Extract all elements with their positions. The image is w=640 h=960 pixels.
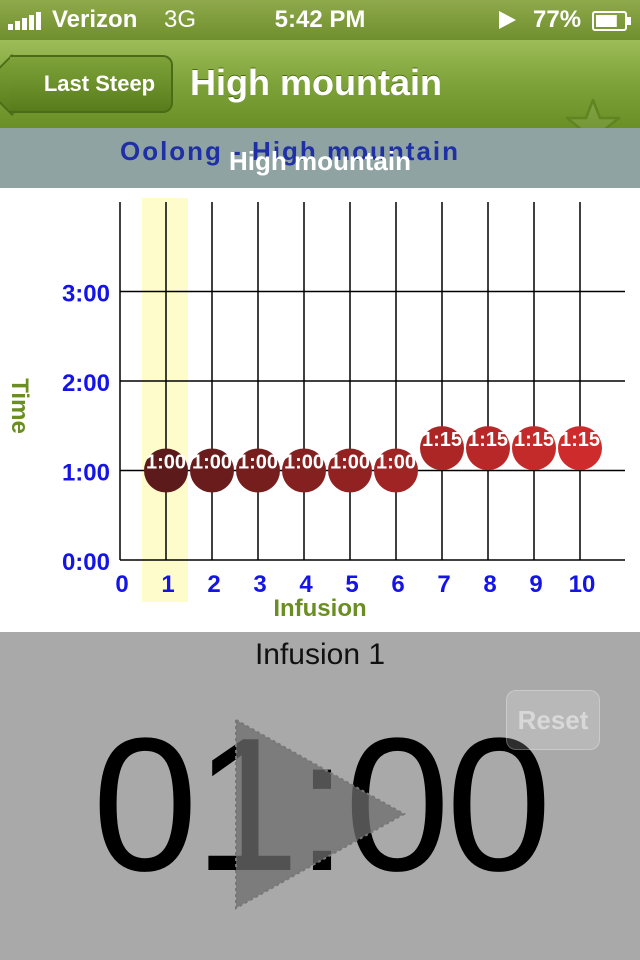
steep-chart[interactable]: 0:00 1:00 2:00 3:00 0 1 2 3 4 5 6 7 8 9 10 Infusion Time… — [0, 188, 640, 632]
infusion-label: Infusion 1 — [254, 638, 386, 671]
x-axis-title: Infusion — [273, 595, 366, 622]
play-icon[interactable] — [232, 716, 408, 912]
steep-point-label: 1:00 — [238, 452, 278, 474]
y-tick-label: 3:00 — [62, 281, 110, 308]
tea-header-band: Oolong - High mountain High mountain — [0, 128, 640, 188]
steep-point-label: 1:00 — [376, 452, 416, 474]
x-tick-label: 6 — [391, 571, 404, 598]
y-tick-label: 2:00 — [62, 370, 110, 397]
steep-point-label: 1:15 — [560, 429, 600, 451]
y-tick-label: 0:00 — [62, 549, 110, 576]
steep-point-label: 1:15 — [514, 429, 554, 451]
navigation-bar: Last Steep High mountain — [0, 40, 640, 151]
timer-section: Infusion 1 01:00 Reset — [0, 632, 640, 960]
x-tick-label: 9 — [529, 571, 542, 598]
x-tick-label: 2 — [207, 571, 220, 598]
reset-button-label: Reset — [517, 704, 589, 735]
x-tick-label: 1 — [161, 571, 174, 598]
back-button-label: Last Steep — [43, 71, 156, 96]
selected-infusion-highlight — [142, 198, 188, 602]
status-bar: Verizon 3G 5:42 PM 77% — [0, 0, 640, 40]
steep-chart-svg: 0:00 1:00 2:00 3:00 0 1 2 3 4 5 6 7 8 9 10 Infusion Time… — [6, 198, 625, 622]
y-axis-title: Time — [6, 378, 33, 434]
x-tick-label: 8 — [483, 571, 496, 598]
steep-point-label: 1:15 — [422, 429, 462, 451]
page-title: High mountain — [190, 62, 442, 103]
x-tick-label: 10 — [569, 571, 596, 598]
steep-point-label: 1:00 — [330, 452, 370, 474]
steep-point-label: 1:00 — [146, 452, 186, 474]
tea-name: High mountain — [229, 146, 411, 176]
x-tick-label: 0 — [115, 571, 128, 598]
location-arrow-icon — [499, 11, 516, 29]
steep-point-label: 1:15 — [468, 429, 508, 451]
reset-button[interactable]: Reset — [506, 690, 600, 750]
x-tick-label: 7 — [437, 571, 450, 598]
x-tick-label: 3 — [253, 571, 266, 598]
x-tick-label: 5 — [345, 571, 358, 598]
steep-point-label: 1:00 — [284, 452, 324, 474]
battery-icon — [592, 11, 631, 31]
y-tick-label: 1:00 — [62, 460, 110, 487]
battery-percent: 77% — [533, 6, 582, 33]
back-button[interactable]: Last Steep — [10, 55, 173, 113]
x-tick-label: 4 — [299, 571, 313, 598]
steep-point-label: 1:00 — [192, 452, 232, 474]
